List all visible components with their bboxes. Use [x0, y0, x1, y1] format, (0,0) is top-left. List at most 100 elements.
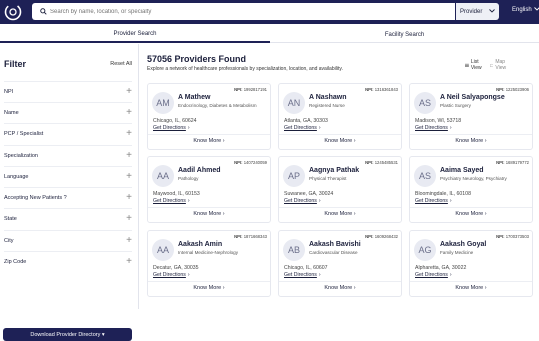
map-icon — [489, 63, 494, 67]
filter-item[interactable]: PCP / Specialist + — [4, 123, 132, 143]
plus-icon[interactable]: + — [126, 235, 132, 246]
npi-number: NPI: 1992817191 — [234, 87, 267, 92]
provider-name: Aakash Amin — [178, 241, 223, 248]
know-more-button[interactable]: Know More › — [410, 138, 532, 144]
avatar: AA — [152, 165, 174, 187]
know-more-button[interactable]: Know More › — [279, 285, 401, 291]
get-directions-link[interactable]: Get Directions › — [153, 125, 190, 131]
know-more-button[interactable]: Know More › — [148, 138, 270, 144]
provider-card[interactable]: NPI: 1992817191 AM A Mathew Endocrinology, … — [147, 83, 271, 150]
know-more-button[interactable]: Know More › — [148, 285, 270, 291]
plus-icon[interactable]: + — [126, 107, 132, 118]
plus-icon[interactable]: + — [126, 128, 132, 139]
get-directions-link[interactable]: Get Directions › — [284, 272, 321, 278]
language-select[interactable]: English — [512, 7, 539, 13]
provider-card[interactable]: NPI: 1407240059 AA Aadil Ahmed Pathology May… — [147, 156, 271, 223]
provider-card[interactable]: NPI: 1225023906 AS A Neil Salyapongse Plast… — [409, 83, 533, 150]
know-more-button[interactable]: Know More › — [410, 211, 532, 217]
npi-label: NPI: — [234, 160, 243, 165]
list-view-label: List View — [470, 59, 482, 71]
search-field[interactable] — [32, 3, 455, 20]
filter-item[interactable]: Zip Code + — [4, 251, 132, 271]
get-directions-link[interactable]: Get Directions › — [284, 198, 321, 204]
search-input[interactable] — [50, 8, 430, 15]
map-view-label: Map View — [495, 59, 507, 71]
filter-item[interactable]: Name + — [4, 102, 132, 122]
search-tabs: Provider Search Facility Search — [0, 26, 539, 43]
provider-card[interactable]: NPI: 1700373503 AG Aakash Goyal Family Medi… — [409, 230, 533, 297]
provider-specialty: Cardiovascular Disease — [309, 250, 358, 255]
download-directory-button[interactable]: Download Provider Directory ▾ — [3, 328, 132, 341]
plus-icon[interactable]: + — [126, 150, 132, 161]
filter-item-label: Language — [4, 173, 29, 180]
provider-card[interactable]: NPI: 1871668343 AA Aakash Amin Internal Med… — [147, 230, 271, 297]
plus-icon[interactable]: + — [126, 171, 132, 182]
know-more-label: Know More — [455, 285, 484, 291]
filter-item-label: Accepting New Patients ? — [4, 194, 67, 201]
provider-specialty: Internal Medicine-Nephrology — [178, 250, 239, 255]
get-directions-link[interactable]: Get Directions › — [415, 125, 452, 131]
chevron-right-icon: › — [484, 211, 487, 217]
filter-item-label: Name — [4, 109, 19, 116]
filter-item-label: NPI — [4, 88, 14, 95]
npi-value: 1609268432 — [374, 234, 398, 239]
npi-value: 1992817191 — [243, 87, 267, 92]
tab-provider-search[interactable]: Provider Search — [0, 26, 270, 43]
plus-icon[interactable]: + — [126, 192, 132, 203]
filter-item[interactable]: Specialization + — [4, 145, 132, 165]
reset-all-button[interactable]: Reset All — [110, 61, 132, 67]
filter-item[interactable]: Accepting New Patients ? + — [4, 187, 132, 207]
plus-icon[interactable]: + — [126, 86, 132, 97]
avatar: AM — [152, 92, 174, 114]
provider-location: Decatur, GA, 30035 — [153, 265, 199, 271]
know-more-label: Know More — [324, 285, 353, 291]
provider-name: Aagnya Pathak — [309, 167, 360, 174]
chevron-right-icon: › — [449, 125, 452, 131]
get-directions-link[interactable]: Get Directions › — [415, 198, 452, 204]
divider — [279, 134, 401, 135]
provider-card[interactable]: NPI: 1245485531 AP Aagnya Pathak Physical T… — [278, 156, 402, 223]
list-view-button[interactable]: List View — [465, 59, 484, 71]
provider-specialty: Registered Nurse — [309, 103, 345, 108]
plus-icon[interactable]: + — [126, 256, 132, 267]
chevron-right-icon: › — [484, 285, 487, 291]
tab-facility-search[interactable]: Facility Search — [270, 26, 539, 43]
chevron-right-icon: › — [187, 272, 190, 278]
search-icon — [36, 8, 50, 15]
know-more-button[interactable]: Know More › — [279, 211, 401, 217]
know-more-button[interactable]: Know More › — [279, 138, 401, 144]
know-more-button[interactable]: Know More › — [148, 211, 270, 217]
divider — [410, 207, 532, 208]
get-directions-link[interactable]: Get Directions › — [153, 198, 190, 204]
get-directions-link[interactable]: Get Directions › — [284, 125, 321, 131]
chevron-down-icon — [533, 7, 539, 13]
filter-item[interactable]: NPI + — [4, 81, 132, 101]
npi-label: NPI: — [234, 234, 243, 239]
top-navbar: Provider English — [0, 0, 539, 24]
map-view-button[interactable]: Map View — [489, 59, 509, 71]
filter-header: Filter Reset All — [4, 58, 132, 70]
plus-icon[interactable]: + — [126, 213, 132, 224]
filter-item-label: PCP / Specialist — [4, 130, 44, 137]
know-more-button[interactable]: Know More › — [410, 285, 532, 291]
filter-item[interactable]: Language + — [4, 166, 132, 186]
npi-number: NPI: 1609268432 — [365, 234, 398, 239]
get-directions-link[interactable]: Get Directions › — [153, 272, 190, 278]
chevron-right-icon: › — [222, 285, 225, 291]
filter-item[interactable]: State + — [4, 208, 132, 228]
filter-item[interactable]: City + — [4, 230, 132, 250]
get-directions-link[interactable]: Get Directions › — [415, 272, 452, 278]
provider-card[interactable]: NPI: 1316361843 AN A Nashawn Registered Nur… — [278, 83, 402, 150]
provider-card[interactable]: NPI: 1609268432 AB Aakash Bavishi Cardiovas… — [278, 230, 402, 297]
provider-name: A Mathew — [178, 94, 211, 101]
provider-card[interactable]: NPI: 1689179772 AS Aaima Sayed Psychiatry N… — [409, 156, 533, 223]
avatar: AB — [283, 239, 305, 261]
logo-icon[interactable] — [3, 2, 23, 22]
filter-title: Filter — [4, 59, 27, 69]
filter-item-label: City — [4, 237, 14, 244]
npi-label: NPI: — [365, 87, 374, 92]
avatar: AG — [414, 239, 436, 261]
provider-location: Suwanee, GA, 30024 — [284, 191, 334, 197]
provider-type-select[interactable]: Provider — [456, 3, 499, 20]
chevron-right-icon: › — [353, 285, 356, 291]
